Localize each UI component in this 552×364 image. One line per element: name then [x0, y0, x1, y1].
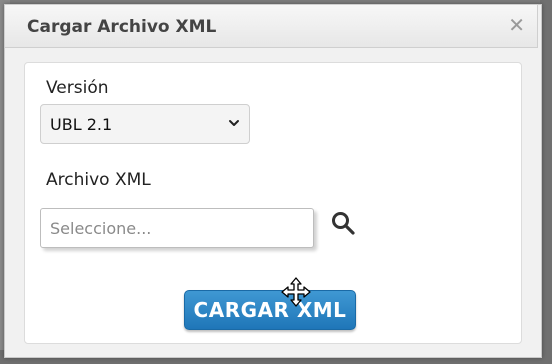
version-select[interactable]: UBL 2.1: [40, 104, 250, 144]
version-select-value: UBL 2.1: [50, 115, 113, 134]
file-label: Archivo XML: [46, 170, 151, 190]
dialog-title: Cargar Archivo XML: [27, 17, 217, 37]
search-icon[interactable]: [330, 210, 356, 236]
version-label: Versión: [46, 78, 109, 98]
file-input[interactable]: [40, 208, 314, 248]
dialog-header: Cargar Archivo XML ✕: [4, 4, 538, 48]
chevron-down-icon: [229, 120, 239, 126]
move-cursor-icon: [281, 277, 311, 307]
upload-xml-button[interactable]: CARGAR XML: [184, 290, 356, 330]
close-icon[interactable]: ✕: [508, 15, 525, 35]
